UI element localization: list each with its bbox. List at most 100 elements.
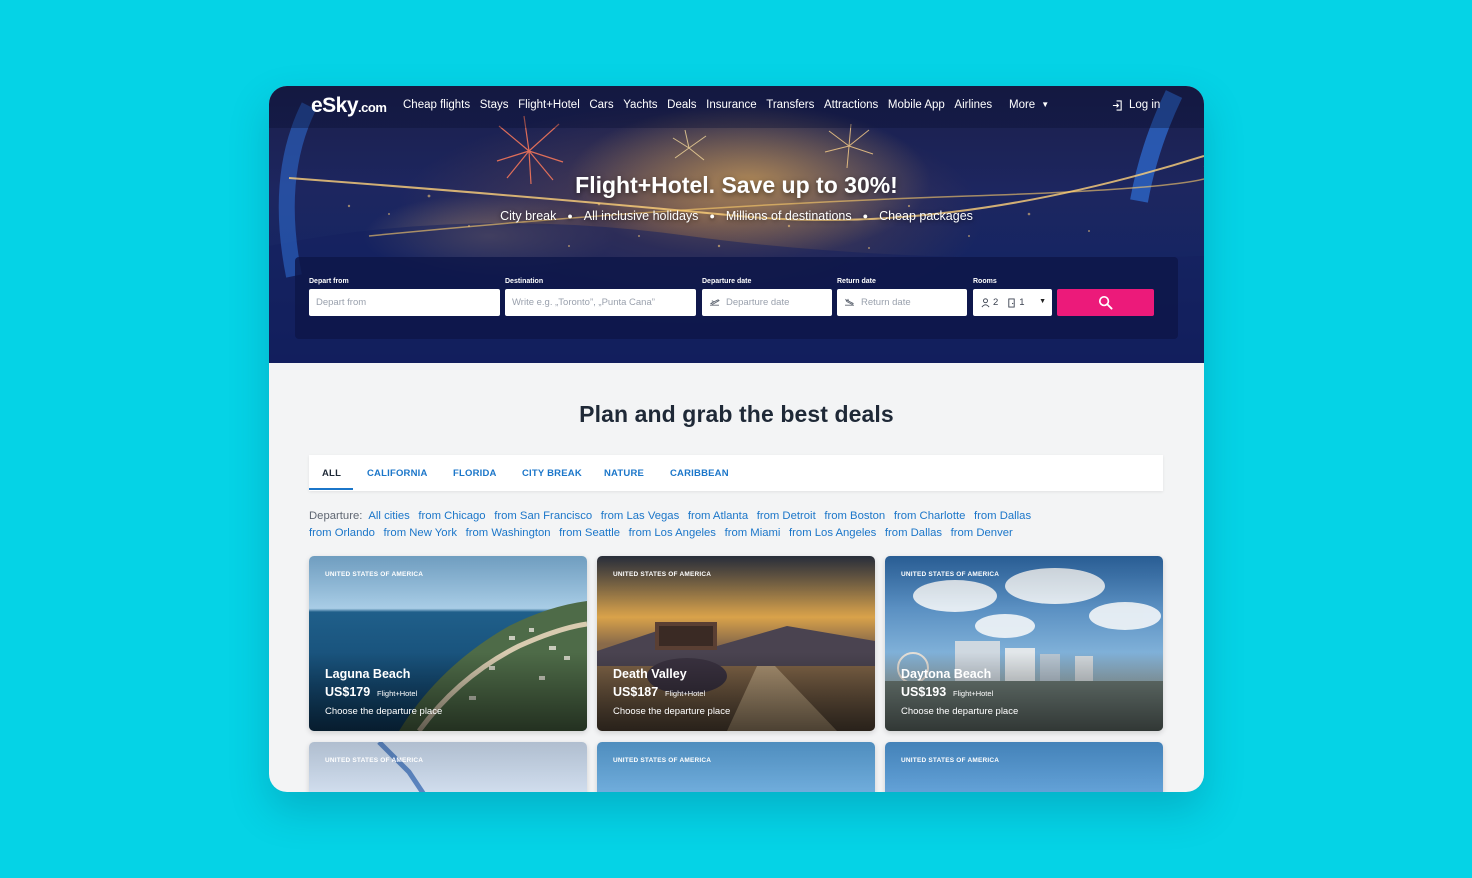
nav-link-mobile-app[interactable]: Mobile App xyxy=(888,99,945,111)
nav-link-insurance[interactable]: Insurance xyxy=(706,99,757,111)
login-icon xyxy=(1112,99,1122,111)
departure-city-link[interactable]: from Charlotte xyxy=(894,510,966,522)
departure-city-link[interactable]: from Denver xyxy=(951,527,1013,539)
login-button[interactable]: Log in xyxy=(1112,99,1160,111)
nav-link-airlines[interactable]: Airlines xyxy=(954,99,992,111)
tab-nature[interactable]: NATURE xyxy=(604,468,644,479)
nav-link-cheap-flights[interactable]: Cheap flights xyxy=(403,99,470,111)
nav-link-stays[interactable]: Stays xyxy=(480,99,509,111)
tab-florida[interactable]: FLORIDA xyxy=(453,468,497,479)
search-form: Depart from Depart from Destination Writ… xyxy=(295,257,1178,339)
card-destination: Daytona Beach xyxy=(901,667,992,681)
card-price: US$193 xyxy=(901,685,947,699)
chevron-down-icon: ▼ xyxy=(1041,100,1050,109)
deal-card[interactable]: UNITED STATES OF AMERICA Death Valley US$1… xyxy=(597,556,875,731)
plane-takeoff-icon xyxy=(709,299,720,306)
top-navigation: eSky.com Cheap flights Stays Flight+Hotel C… xyxy=(269,86,1204,128)
card-price: US$187 xyxy=(613,685,659,699)
tab-california[interactable]: CALIFORNIA xyxy=(367,468,428,479)
card-cta: Choose the departure place xyxy=(613,706,731,717)
nav-link-deals[interactable]: Deals xyxy=(667,99,696,111)
person-icon xyxy=(981,297,990,307)
departure-city-link[interactable]: from Orlando xyxy=(309,527,375,539)
deal-card[interactable]: UNITED STATES OF AMERICA xyxy=(597,742,875,792)
depart-from-input[interactable]: Depart from xyxy=(309,289,500,316)
bullet-separator: ● xyxy=(862,211,869,221)
departure-city-link[interactable]: from Miami xyxy=(725,527,781,539)
hero-feature: Cheap packages xyxy=(879,209,973,223)
hero-feature: City break xyxy=(500,209,557,223)
active-tab-indicator xyxy=(309,488,353,490)
more-menu[interactable]: More ▼ xyxy=(1009,99,1049,111)
departure-label: Departure: xyxy=(309,510,363,522)
return-date-input[interactable]: Return date xyxy=(837,289,967,316)
rooms-selector[interactable]: 2 1 ▼ xyxy=(973,289,1052,316)
card-country: UNITED STATES OF AMERICA xyxy=(901,571,1000,578)
card-cta: Choose the departure place xyxy=(325,706,443,717)
departure-date-placeholder: Departure date xyxy=(726,297,790,308)
photo-overlay xyxy=(885,742,1163,792)
departure-city-link[interactable]: from Detroit xyxy=(757,510,816,522)
card-country: UNITED STATES OF AMERICA xyxy=(325,571,424,578)
card-country: UNITED STATES OF AMERICA xyxy=(325,757,424,764)
rooms-count: 1 xyxy=(1019,297,1025,308)
destination-placeholder: Write e.g. „Toronto”, „Punta Cana” xyxy=(512,297,655,308)
departure-filters: Departure: All cities from Chicago from San… xyxy=(309,508,1169,542)
logo-text: eSky xyxy=(311,94,359,117)
bullet-separator: ● xyxy=(567,211,573,221)
deal-card[interactable]: UNITED STATES OF AMERICA xyxy=(885,742,1163,792)
departure-date-label: Departure date xyxy=(702,278,752,285)
departure-city-link[interactable]: from Los Angeles xyxy=(629,527,716,539)
logo-suffix: .com xyxy=(358,100,387,115)
photo-overlay xyxy=(597,742,875,792)
return-date-label: Return date xyxy=(837,278,876,285)
deal-card[interactable]: UNITED STATES OF AMERICA Daytona Beach US$… xyxy=(885,556,1163,731)
hero-feature: Millions of destinations xyxy=(725,209,852,223)
destination-input[interactable]: Write e.g. „Toronto”, „Punta Cana” xyxy=(505,289,696,316)
departure-city-link[interactable]: from New York xyxy=(384,527,457,539)
deal-tabs: ALL CALIFORNIA FLORIDA CITY BREAK NATURE CARI… xyxy=(309,455,1163,491)
esky-logo[interactable]: eSky.com xyxy=(311,94,387,118)
photo-overlay xyxy=(885,556,1163,731)
plane-landing-icon xyxy=(844,298,854,306)
departure-city-link[interactable]: from Dallas xyxy=(885,527,942,539)
nav-link-flight-hotel[interactable]: Flight+Hotel xyxy=(518,99,580,111)
hero-banner: eSky.com Cheap flights Stays Flight+Hotel C… xyxy=(269,86,1204,363)
departure-city-link[interactable]: All cities xyxy=(368,510,409,522)
departure-city-link[interactable]: from San Francisco xyxy=(494,510,592,522)
photo-overlay xyxy=(309,556,587,731)
departure-city-link[interactable]: from Seattle xyxy=(559,527,620,539)
adults-count: 2 xyxy=(993,297,999,308)
tab-city-break[interactable]: CITY BREAK xyxy=(522,468,582,479)
nav-link-yachts[interactable]: Yachts xyxy=(623,99,657,111)
tab-caribbean[interactable]: CARIBBEAN xyxy=(670,468,729,479)
login-label: Log in xyxy=(1129,99,1161,111)
departure-city-link[interactable]: from Washington xyxy=(466,527,551,539)
departure-city-link[interactable]: from Las Vegas xyxy=(601,510,680,522)
departure-city-link[interactable]: from Los Angeles xyxy=(789,527,876,539)
search-button[interactable] xyxy=(1057,289,1154,316)
deal-card[interactable]: UNITED STATES OF AMERICA xyxy=(309,742,587,792)
bullet-separator: ● xyxy=(709,211,715,221)
more-label: More xyxy=(1009,99,1036,111)
hero-features: City break ● All inclusive holidays ● Millio… xyxy=(269,209,1204,223)
departure-date-input[interactable]: Departure date xyxy=(702,289,832,316)
departure-city-link[interactable]: from Boston xyxy=(824,510,885,522)
card-package-type: Flight+Hotel xyxy=(665,689,706,698)
nav-link-cars[interactable]: Cars xyxy=(589,99,613,111)
return-date-placeholder: Return date xyxy=(861,297,911,308)
nav-link-transfers[interactable]: Transfers xyxy=(766,99,814,111)
departure-city-link[interactable]: from Atlanta xyxy=(688,510,748,522)
browser-window: eSky.com Cheap flights Stays Flight+Hotel C… xyxy=(269,86,1204,792)
tab-all[interactable]: ALL xyxy=(322,468,341,479)
destination-label: Destination xyxy=(505,278,544,285)
departure-city-link[interactable]: from Dallas xyxy=(974,510,1031,522)
card-destination: Death Valley xyxy=(613,667,687,681)
caret-down-icon: ▼ xyxy=(1039,298,1046,305)
door-icon xyxy=(1008,298,1015,307)
departure-city-link[interactable]: from Chicago xyxy=(418,510,485,522)
nav-link-attractions[interactable]: Attractions xyxy=(824,99,878,111)
card-country: UNITED STATES OF AMERICA xyxy=(613,571,712,578)
deal-card[interactable]: UNITED STATES OF AMERICA Laguna Beach US$1… xyxy=(309,556,587,731)
photo-overlay xyxy=(597,556,875,731)
